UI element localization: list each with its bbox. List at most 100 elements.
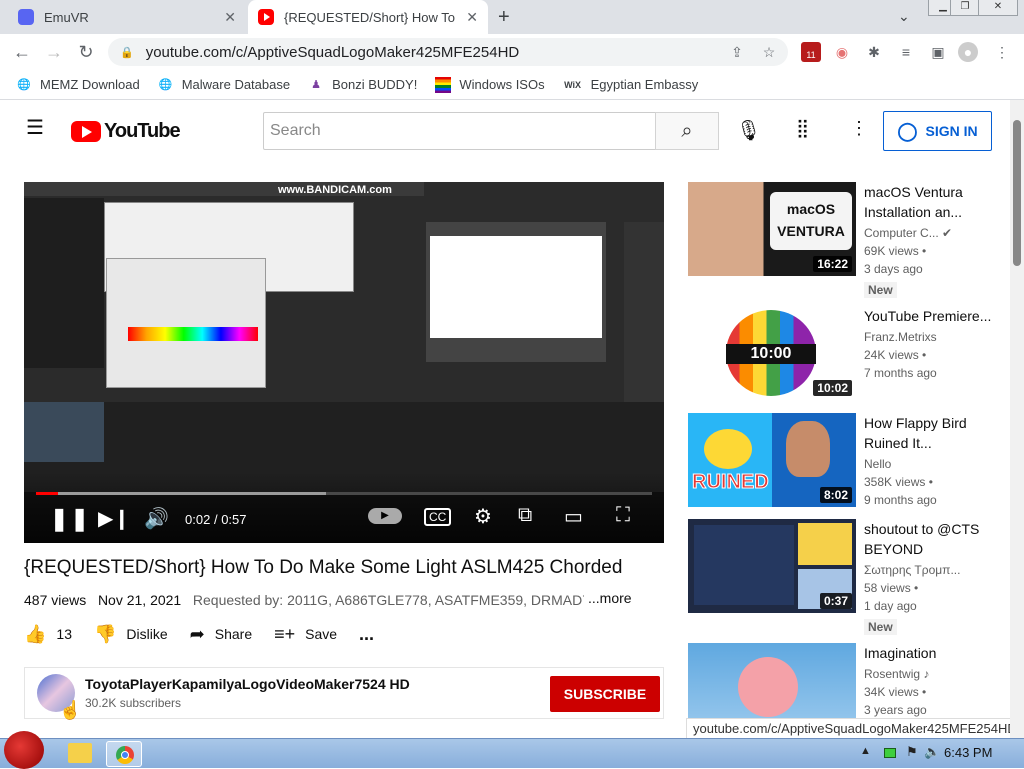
next-video-icon[interactable]: ▶❙ (98, 506, 130, 531)
globe-icon: 🌐 (17, 78, 31, 91)
account-circle-icon: ◯ (897, 120, 918, 141)
chrome-taskbar-button[interactable] (106, 741, 142, 767)
recommendation-item[interactable]: 10:00 10:02 YouTube Premiere... Franz.Me… (688, 306, 1008, 402)
rec-channel[interactable]: Σωτηρης Τρομπ... (864, 563, 994, 577)
tray-arrow-icon[interactable]: ▲ (860, 745, 871, 757)
video-title: {REQUESTED/Short} How To Do Make Some Li… (24, 557, 623, 578)
bookmark-memz[interactable]: 🌐 MEMZ Download (16, 77, 140, 93)
browser-toolbar: ← → ↻ 🔒 youtube.com/c/ApptiveSquadLogoMa… (0, 34, 1024, 70)
bookmark-bonzi[interactable]: ♟ Bonzi BUDDY! (308, 77, 417, 93)
search-icon: ⌕ (681, 120, 693, 142)
tab-emuvr[interactable]: EmuVR ✕ (8, 0, 246, 34)
rec-title[interactable]: YouTube Premiere... (864, 306, 994, 326)
recommendation-item[interactable]: RUINED 8:02 How Flappy Bird Ruined It...… (688, 413, 1008, 509)
recommendation-item[interactable]: 0:37 shoutout to @CTS BEYOND Σωτηρης Τρο… (688, 519, 1008, 635)
sign-in-button[interactable]: ◯ SIGN IN (883, 111, 992, 151)
close-window-button[interactable]: ✕ (978, 0, 1018, 16)
video-thumbnail[interactable]: RUINED 8:02 (688, 413, 856, 507)
bookmark-egyptian-embassy[interactable]: WiX Egyptian Embassy (563, 77, 698, 93)
share-icon[interactable]: ⇪ (727, 42, 747, 62)
restore-button[interactable]: ❐ (950, 0, 980, 16)
apps-grid-icon[interactable]: ⣿ (796, 118, 809, 139)
show-more-link[interactable]: ...more (584, 590, 632, 606)
video-meta[interactable]: 487 views Nov 21, 2021 Requested by: 201… (24, 592, 664, 608)
close-tab-icon[interactable]: ✕ (466, 9, 478, 26)
address-bar[interactable]: 🔒 youtube.com/c/ApptiveSquadLogoMaker425… (108, 38, 788, 66)
miniplayer-icon[interactable]: ⧉ (518, 504, 532, 527)
thumbs-down-icon: 👎 (94, 623, 117, 644)
video-frame: www.BANDICAM.com (24, 182, 664, 492)
rec-age: 7 months ago (864, 366, 937, 380)
verified-check-icon: ✔ (942, 226, 953, 240)
flag-tray-icon[interactable]: ⚑ (906, 744, 918, 760)
rec-age: 9 months ago (864, 493, 937, 507)
discord-icon (18, 9, 34, 25)
forward-icon[interactable]: → (42, 40, 66, 64)
save-button[interactable]: ≡+ Save (274, 624, 337, 645)
new-tab-button[interactable]: + (498, 6, 510, 29)
fullscreen-icon[interactable]: ⛶ (616, 504, 630, 527)
bookmark-star-icon[interactable]: ☆ (759, 42, 779, 62)
start-button-icon[interactable] (4, 731, 44, 769)
scrollbar-thumb[interactable] (1013, 120, 1021, 266)
globe-icon: 🌐 (158, 78, 173, 91)
tab-youtube[interactable]: {REQUESTED/Short} How To D ✕ (248, 0, 488, 34)
video-thumbnail[interactable]: 0:37 (688, 519, 856, 613)
speaker-icon[interactable]: 🔈 (924, 744, 940, 760)
flag-extension-icon[interactable]: ◉ (832, 42, 852, 62)
video-thumbnail[interactable]: macOS VENTURA 16:22 (688, 182, 856, 276)
rec-channel[interactable]: Nello (864, 457, 994, 471)
media-control-icon[interactable]: ≡ (896, 42, 916, 62)
rec-channel[interactable]: Computer C... ✔ (864, 226, 994, 240)
share-button[interactable]: ➦ Share (190, 624, 252, 645)
profile-avatar-icon[interactable]: ● (958, 42, 978, 62)
network-icon[interactable] (884, 748, 896, 758)
video-thumbnail[interactable]: 10:00 10:02 (688, 306, 856, 400)
subscribe-button[interactable]: SUBSCRIBE (550, 676, 660, 712)
playlist-add-icon: ≡+ (274, 623, 296, 644)
dislike-button[interactable]: 👎 Dislike (94, 624, 168, 645)
rec-title[interactable]: shoutout to @CTS BEYOND (864, 519, 994, 559)
more-actions-button[interactable]: ... (359, 624, 374, 645)
tab-search-icon[interactable]: ⌄ (898, 8, 910, 25)
file-explorer-icon[interactable] (68, 743, 92, 763)
page-scrollbar[interactable] (1010, 100, 1024, 738)
channel-name[interactable]: ToyotaPlayerKapamilyaLogoVideoMaker7524 … (85, 676, 410, 692)
bookmark-windows-isos[interactable]: Windows ISOs (435, 76, 545, 93)
rec-views: 358K views • (864, 475, 933, 489)
theater-mode-icon[interactable]: ▭ (564, 504, 583, 529)
like-button[interactable]: 👍 13 (24, 624, 72, 645)
address-text: youtube.com/c/ApptiveSquadLogoMaker425MF… (145, 43, 520, 61)
rec-title[interactable]: macOS Ventura Installation an... (864, 182, 994, 222)
status-bar-url: youtube.com/c/ApptiveSquadLogoMaker425MF… (686, 718, 1024, 739)
hamburger-menu-icon[interactable]: ☰ (26, 118, 44, 138)
volume-icon[interactable]: 🔊 (144, 506, 169, 531)
extension-badge-icon[interactable]: 11 (801, 42, 821, 62)
side-panel-icon[interactable]: ▣ (928, 42, 948, 62)
settings-menu-icon[interactable]: ⋮ (850, 118, 868, 139)
settings-gear-icon[interactable]: ⚙ (474, 504, 492, 529)
back-icon[interactable]: ← (10, 40, 34, 64)
bookmark-malware-database[interactable]: 🌐 Malware Database (158, 77, 290, 93)
voice-search-icon[interactable]: 🎙 (736, 118, 761, 143)
close-tab-icon[interactable]: ✕ (224, 9, 236, 26)
youtube-logo[interactable]: YouTube (71, 120, 181, 143)
wix-icon: WiX (564, 79, 582, 90)
share-arrow-icon: ➦ (189, 623, 205, 644)
rec-title[interactable]: How Flappy Bird Ruined It... (864, 413, 994, 453)
rec-channel[interactable]: Franz.Metrixs (864, 330, 994, 344)
reload-icon[interactable]: ↻ (74, 40, 98, 64)
system-clock[interactable]: 6:43 PM (944, 745, 992, 760)
pause-icon[interactable]: ❚❚ (50, 506, 91, 532)
recommendation-item[interactable]: macOS VENTURA 16:22 macOS Ventura Instal… (688, 182, 1008, 298)
video-player[interactable]: www.BANDICAM.com ❚❚ ▶❙ 🔊 0:02 / 0:57 ▶ C… (24, 182, 664, 543)
search-button[interactable]: ⌕ (655, 112, 719, 150)
chrome-menu-icon[interactable]: ⋮ (992, 42, 1012, 62)
search-input[interactable]: Search (263, 112, 656, 150)
subtitles-icon[interactable]: CC (424, 508, 452, 526)
rec-title[interactable]: Imagination (864, 643, 994, 663)
rec-channel[interactable]: Rosentwig ♪ (864, 667, 994, 681)
progress-bar[interactable] (36, 492, 652, 495)
extensions-puzzle-icon[interactable]: ✱ (864, 42, 884, 62)
autoplay-toggle-icon[interactable]: ▶ (368, 508, 402, 524)
